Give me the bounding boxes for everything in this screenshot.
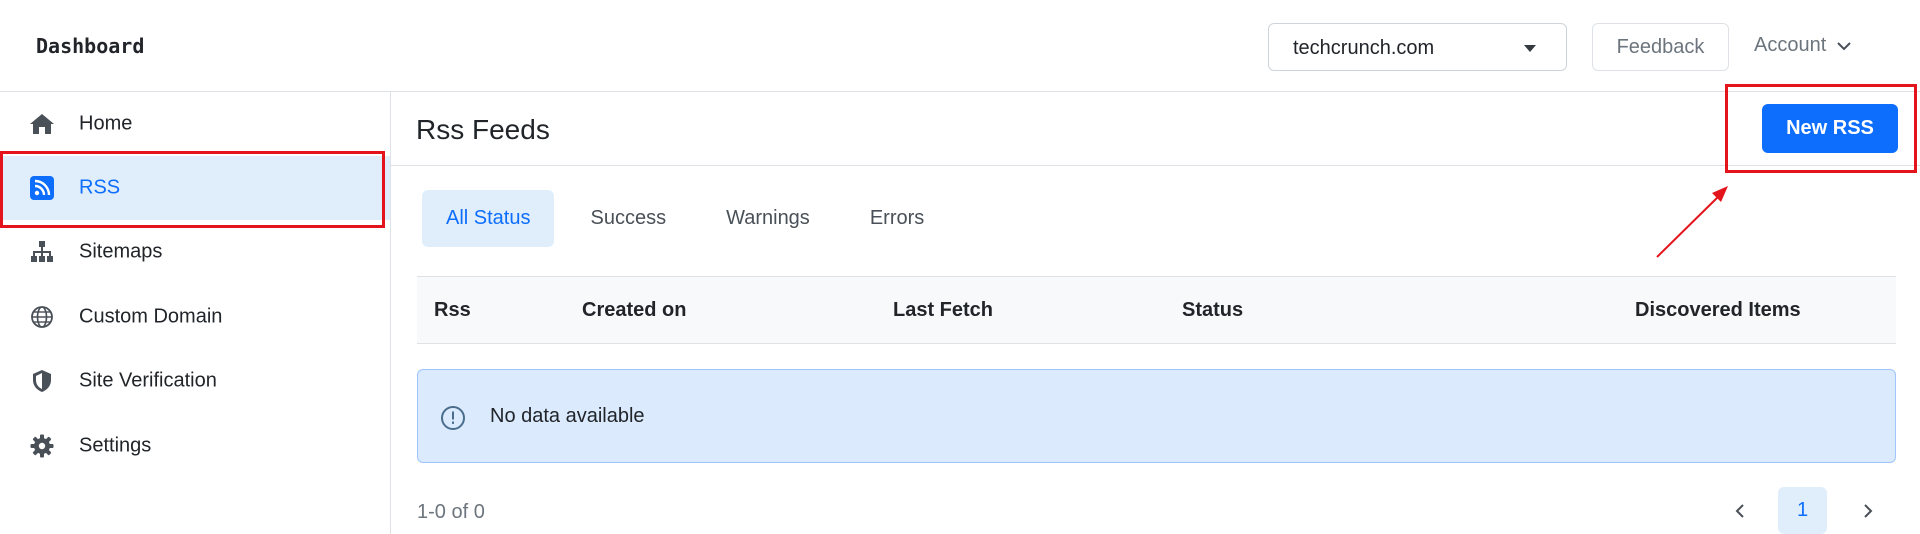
shield-icon [28,367,56,395]
page-title: Rss Feeds [416,114,550,145]
next-page-button[interactable] [1850,493,1886,529]
home-icon [28,110,56,138]
column-header-created-on[interactable]: Created on [582,299,686,322]
empty-state-message: No data available [490,405,645,427]
sidebar-item-custom-domain[interactable]: Custom Domain [0,285,390,349]
page-number-button[interactable]: 1 [1778,487,1827,534]
column-header-last-fetch[interactable]: Last Fetch [893,299,993,322]
tab-success[interactable]: Success [566,190,690,247]
site-select[interactable]: techcrunch.com [1268,23,1567,71]
chevron-right-icon [1864,504,1873,518]
previous-page-button[interactable] [1722,493,1758,529]
top-header: Dashboard techcrunch.com Feedback Accoun… [0,0,1920,92]
sidebar-item-label: Site Verification [79,369,217,392]
info-icon [441,406,465,430]
sidebar-item-label: RSS [79,176,121,199]
sidebar-item-settings[interactable]: Settings [0,414,390,478]
main-title-bar: Rss Feeds [391,92,1920,166]
pagination-range: 1-0 of 0 [417,501,485,523]
chevron-down-icon [1837,41,1851,50]
column-header-discovered-items[interactable]: Discovered Items [1635,299,1801,322]
sitemap-icon [28,238,56,266]
site-select-value: techcrunch.com [1293,37,1435,59]
new-rss-button[interactable]: New RSS [1762,104,1898,153]
tab-errors[interactable]: Errors [846,190,948,247]
caret-down-icon [1524,45,1536,52]
status-tabs: All Status Success Warnings Errors [422,190,960,247]
sidebar-item-home[interactable]: Home [0,92,390,156]
tab-all-status[interactable]: All Status [422,190,555,247]
rss-icon [28,174,56,202]
account-menu[interactable]: Account [1754,34,1852,57]
sidebar-item-label: Sitemaps [79,240,163,263]
column-header-rss[interactable]: Rss [434,299,471,322]
sidebar-item-sitemaps[interactable]: Sitemaps [0,220,390,284]
sidebar-item-label: Settings [79,434,152,457]
column-header-status[interactable]: Status [1182,299,1243,322]
sidebar-item-rss[interactable]: RSS [0,156,390,220]
sidebar-item-label: Home [79,112,133,135]
sidebar: Home RSS Sitemaps Custom Domain Site Ver… [0,92,391,534]
table-header: Rss Created on Last Fetch Status Discove… [417,276,1896,344]
globe-icon [28,303,56,331]
empty-state-alert: No data available [417,369,1896,463]
brand-title[interactable]: Dashboard [36,34,144,58]
gear-icon [28,432,56,460]
tab-warnings[interactable]: Warnings [702,190,834,247]
feedback-button[interactable]: Feedback [1592,23,1729,71]
chevron-left-icon [1735,504,1744,518]
sidebar-item-label: Custom Domain [79,305,223,328]
sidebar-item-site-verification[interactable]: Site Verification [0,349,390,413]
account-label: Account [1754,34,1827,56]
